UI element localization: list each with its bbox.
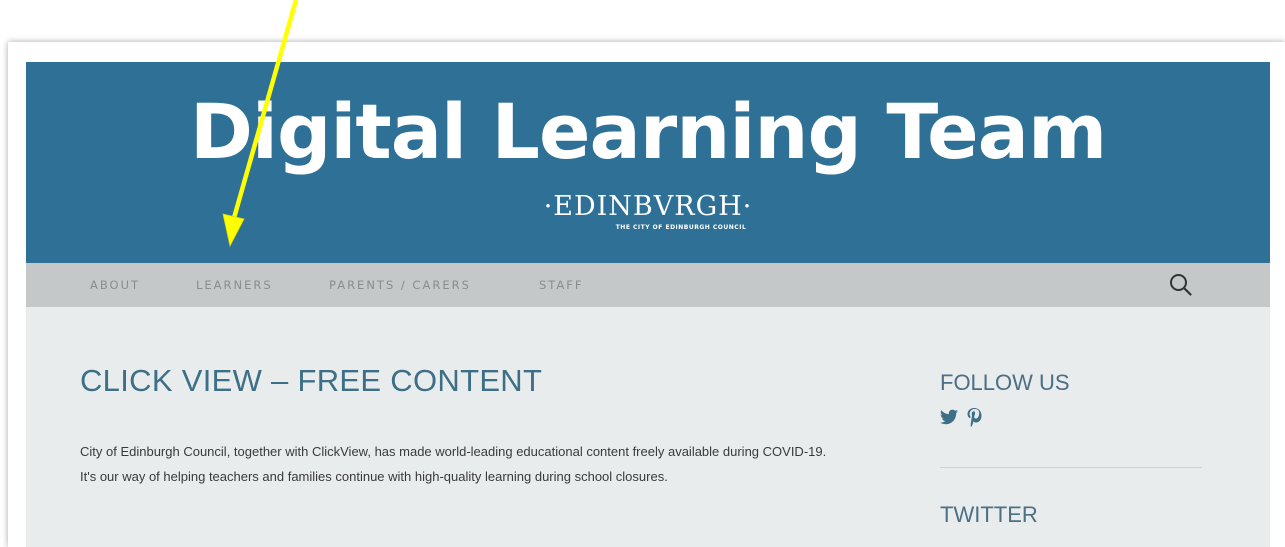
- site-title[interactable]: Digital Learning Team: [26, 82, 1270, 182]
- nav-item-about[interactable]: ABOUT: [90, 263, 140, 307]
- social-links: [940, 407, 986, 429]
- post-body: City of Edinburgh Council, together with…: [80, 444, 827, 484]
- pinterest-icon[interactable]: [966, 407, 982, 432]
- logo-subtext: THE CITY OF EDINBURGH COUNCIL: [615, 224, 747, 231]
- logo-text: ·EDINBVRGH·: [543, 191, 753, 222]
- search-icon[interactable]: [1168, 272, 1194, 298]
- site-header: Digital Learning Team ·EDINBVRGH· THE CI…: [26, 62, 1270, 263]
- main-navigation: ABOUT LEARNERS PARENTS / CARERS STAFF: [26, 263, 1270, 307]
- twitter-icon[interactable]: [940, 409, 958, 430]
- edinburgh-council-logo[interactable]: ·EDINBVRGH· THE CITY OF EDINBURGH COUNCI…: [26, 190, 1270, 232]
- nav-item-learners[interactable]: LEARNERS: [196, 263, 273, 307]
- nav-item-parents-carers[interactable]: PARENTS / CARERS: [329, 263, 471, 307]
- main-content: CLICK VIEW – FREE CONTENT City of Edinbu…: [26, 307, 1270, 547]
- website: Digital Learning Team ·EDINBVRGH· THE CI…: [26, 62, 1270, 547]
- twitter-heading: TWITTER: [940, 502, 1038, 527]
- post-title[interactable]: CLICK VIEW – FREE CONTENT: [80, 363, 542, 399]
- sidebar-divider: [940, 467, 1202, 468]
- nav-item-staff[interactable]: STAFF: [539, 263, 584, 307]
- follow-us-heading: FOLLOW US: [940, 370, 1070, 395]
